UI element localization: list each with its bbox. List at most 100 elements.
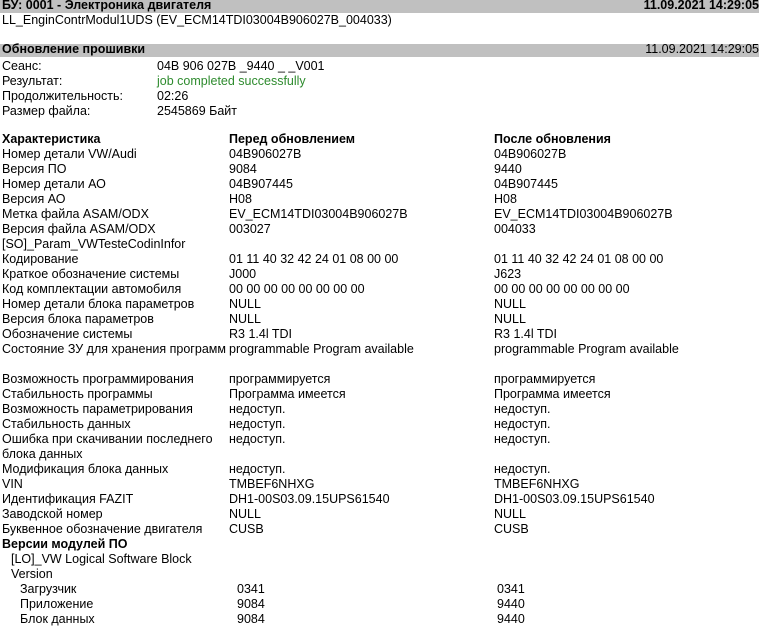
session-row: Сеанс: 04B 906 027B _9440 _ _V001	[0, 59, 759, 74]
row-label: Ошибка при скачивании последнего блока д…	[2, 432, 213, 461]
ecu-title-bar: БУ: 0001 - Электроника двигателя 11.09.2…	[0, 0, 759, 13]
table-row: Буквенное обозначение двигателя CUSB CUS…	[0, 522, 759, 537]
row-label: Возможность программирования	[2, 372, 194, 386]
row-after: программируется	[494, 372, 596, 386]
ecu-title: БУ: 0001 - Электроника двигателя	[2, 0, 212, 12]
module-before: 9084	[237, 597, 265, 611]
table-row: Кодирование 01 11 40 32 42 24 01 08 00 0…	[0, 252, 759, 267]
row-label: Модификация блока данных	[2, 462, 169, 476]
module-row: Приложение 9084 9440	[0, 597, 759, 612]
duration-label: Продолжительность:	[2, 89, 123, 103]
row-label: Буквенное обозначение двигателя	[2, 522, 203, 536]
row-label: [SO]_Param_VWTesteCodinInfor	[2, 237, 186, 251]
row-before: программируется	[229, 372, 331, 386]
table-header: Характеристика Перед обновлением После о…	[0, 132, 759, 147]
table-row: Обозначение системы R3 1.4l TDI R3 1.4l …	[0, 327, 759, 342]
row-after: 04B907445	[494, 177, 558, 191]
row-after: DH1-00S03.09.15UPS61540	[494, 492, 655, 506]
row-before: R3 1.4l TDI	[229, 327, 292, 341]
row-after: Программа имеется	[494, 387, 611, 401]
table-row: Состояние ЗУ для хранения программ progr…	[0, 342, 759, 372]
row-label: Номер детали блока параметров	[2, 297, 195, 311]
row-after: TMBEF6NHXG	[494, 477, 580, 491]
row-before: недоступ.	[229, 432, 286, 446]
row-label: VIN	[2, 477, 23, 491]
row-before: H08	[229, 192, 252, 206]
result-label: Результат:	[2, 74, 63, 88]
row-before: 003027	[229, 222, 271, 236]
module-before: 0341	[237, 582, 265, 596]
module-row: Загрузчик 0341 0341	[0, 582, 759, 597]
row-before: programmable Program available	[229, 342, 414, 356]
file-size-row: Размер файла: 2545869 Байт	[0, 104, 759, 119]
row-after: недоступ.	[494, 432, 551, 446]
row-label: Обозначение системы	[2, 327, 133, 341]
row-label: Версия файла ASAM/ODX	[2, 222, 156, 236]
row-before: DH1-00S03.09.15UPS61540	[229, 492, 390, 506]
row-label: Номер детали АО	[2, 177, 106, 191]
row-after: NULL	[494, 507, 526, 521]
table-row: Ошибка при скачивании последнего блока д…	[0, 432, 759, 462]
row-label: Идентификация FAZIT	[2, 492, 134, 506]
module-after: 9440	[497, 597, 525, 611]
file-size-label: Размер файла:	[2, 104, 91, 118]
row-after: CUSB	[494, 522, 529, 536]
result-row: Результат: job completed successfully	[0, 74, 759, 89]
row-after: R3 1.4l TDI	[494, 327, 557, 341]
table-row: Номер детали VW/Audi 04B906027B 04B90602…	[0, 147, 759, 162]
ecu-datetime: 11.09.2021 14:29:05	[643, 0, 759, 12]
firmware-update-datetime: 11.09.2021 14:29:05	[645, 42, 759, 56]
row-before: J000	[229, 267, 257, 281]
table-row: VIN TMBEF6NHXG TMBEF6NHXG	[0, 477, 759, 492]
file-size-value: 2545869 Байт	[157, 104, 237, 118]
row-before: 01 11 40 32 42 24 01 08 00 00	[229, 252, 399, 266]
ecu-subtitle: LL_EnginContrModul1UDS (EV_ECM14TDI03004…	[2, 13, 392, 27]
module-block-name: [LO]_VW Logical Software Block	[0, 552, 759, 567]
module-after: 9440	[497, 612, 525, 626]
row-after: недоступ.	[494, 462, 551, 476]
result-value: job completed successfully	[157, 74, 306, 88]
module-label: Приложение	[20, 597, 94, 611]
table-row: Заводской номер NULL NULL	[0, 507, 759, 522]
row-before: недоступ.	[229, 402, 286, 416]
module-label: Блок данных	[20, 612, 95, 626]
row-after: NULL	[494, 297, 526, 311]
row-label: Краткое обозначение системы	[2, 267, 180, 281]
row-label: Возможность параметрирования	[2, 402, 193, 416]
row-label: Номер детали VW/Audi	[2, 147, 137, 161]
table-row: Номер детали АО 04B907445 04B907445	[0, 177, 759, 192]
row-after: 9440	[494, 162, 522, 176]
row-after: NULL	[494, 312, 526, 326]
table-row: Версия АО H08 H08	[0, 192, 759, 207]
row-after: 00 00 00 00 00 00 00 00	[494, 282, 630, 296]
table-row: Идентификация FAZIT DH1-00S03.09.15UPS61…	[0, 492, 759, 507]
row-before: NULL	[229, 297, 261, 311]
row-before: NULL	[229, 507, 261, 521]
row-label: Состояние ЗУ для хранения программ	[2, 342, 226, 356]
module-block-name-cont: Version	[0, 567, 759, 582]
table-row: Модификация блока данных недоступ. недос…	[0, 462, 759, 477]
row-after: 04B906027B	[494, 147, 567, 161]
table-row: Стабильность программы Программа имеется…	[0, 387, 759, 402]
row-label: Заводской номер	[2, 507, 103, 521]
row-after: 004033	[494, 222, 536, 236]
row-before: Программа имеется	[229, 387, 346, 401]
module-after: 0341	[497, 582, 525, 596]
table-row: Версия блока параметров NULL NULL	[0, 312, 759, 327]
row-label: Код комплектации автомобиля	[2, 282, 182, 296]
row-label: Метка файла ASAM/ODX	[2, 207, 149, 221]
row-after: J623	[494, 267, 522, 281]
row-before: недоступ.	[229, 462, 286, 476]
module-before: 9084	[237, 612, 265, 626]
row-after: 01 11 40 32 42 24 01 08 00 00	[494, 252, 664, 266]
table-row: Версия ПО 9084 9440	[0, 162, 759, 177]
session-label: Сеанс:	[2, 59, 42, 73]
firmware-update-title: Обновление прошивки	[2, 42, 146, 56]
module-label: Загрузчик	[20, 582, 77, 596]
module-block-name-line2: Version	[11, 567, 53, 581]
table-row: Версия файла ASAM/ODX 003027 004033	[0, 222, 759, 237]
module-row: Блок данных 9084 9440	[0, 612, 759, 627]
row-label: Версия ПО	[2, 162, 67, 176]
row-before: 9084	[229, 162, 257, 176]
row-before: недоступ.	[229, 417, 286, 431]
